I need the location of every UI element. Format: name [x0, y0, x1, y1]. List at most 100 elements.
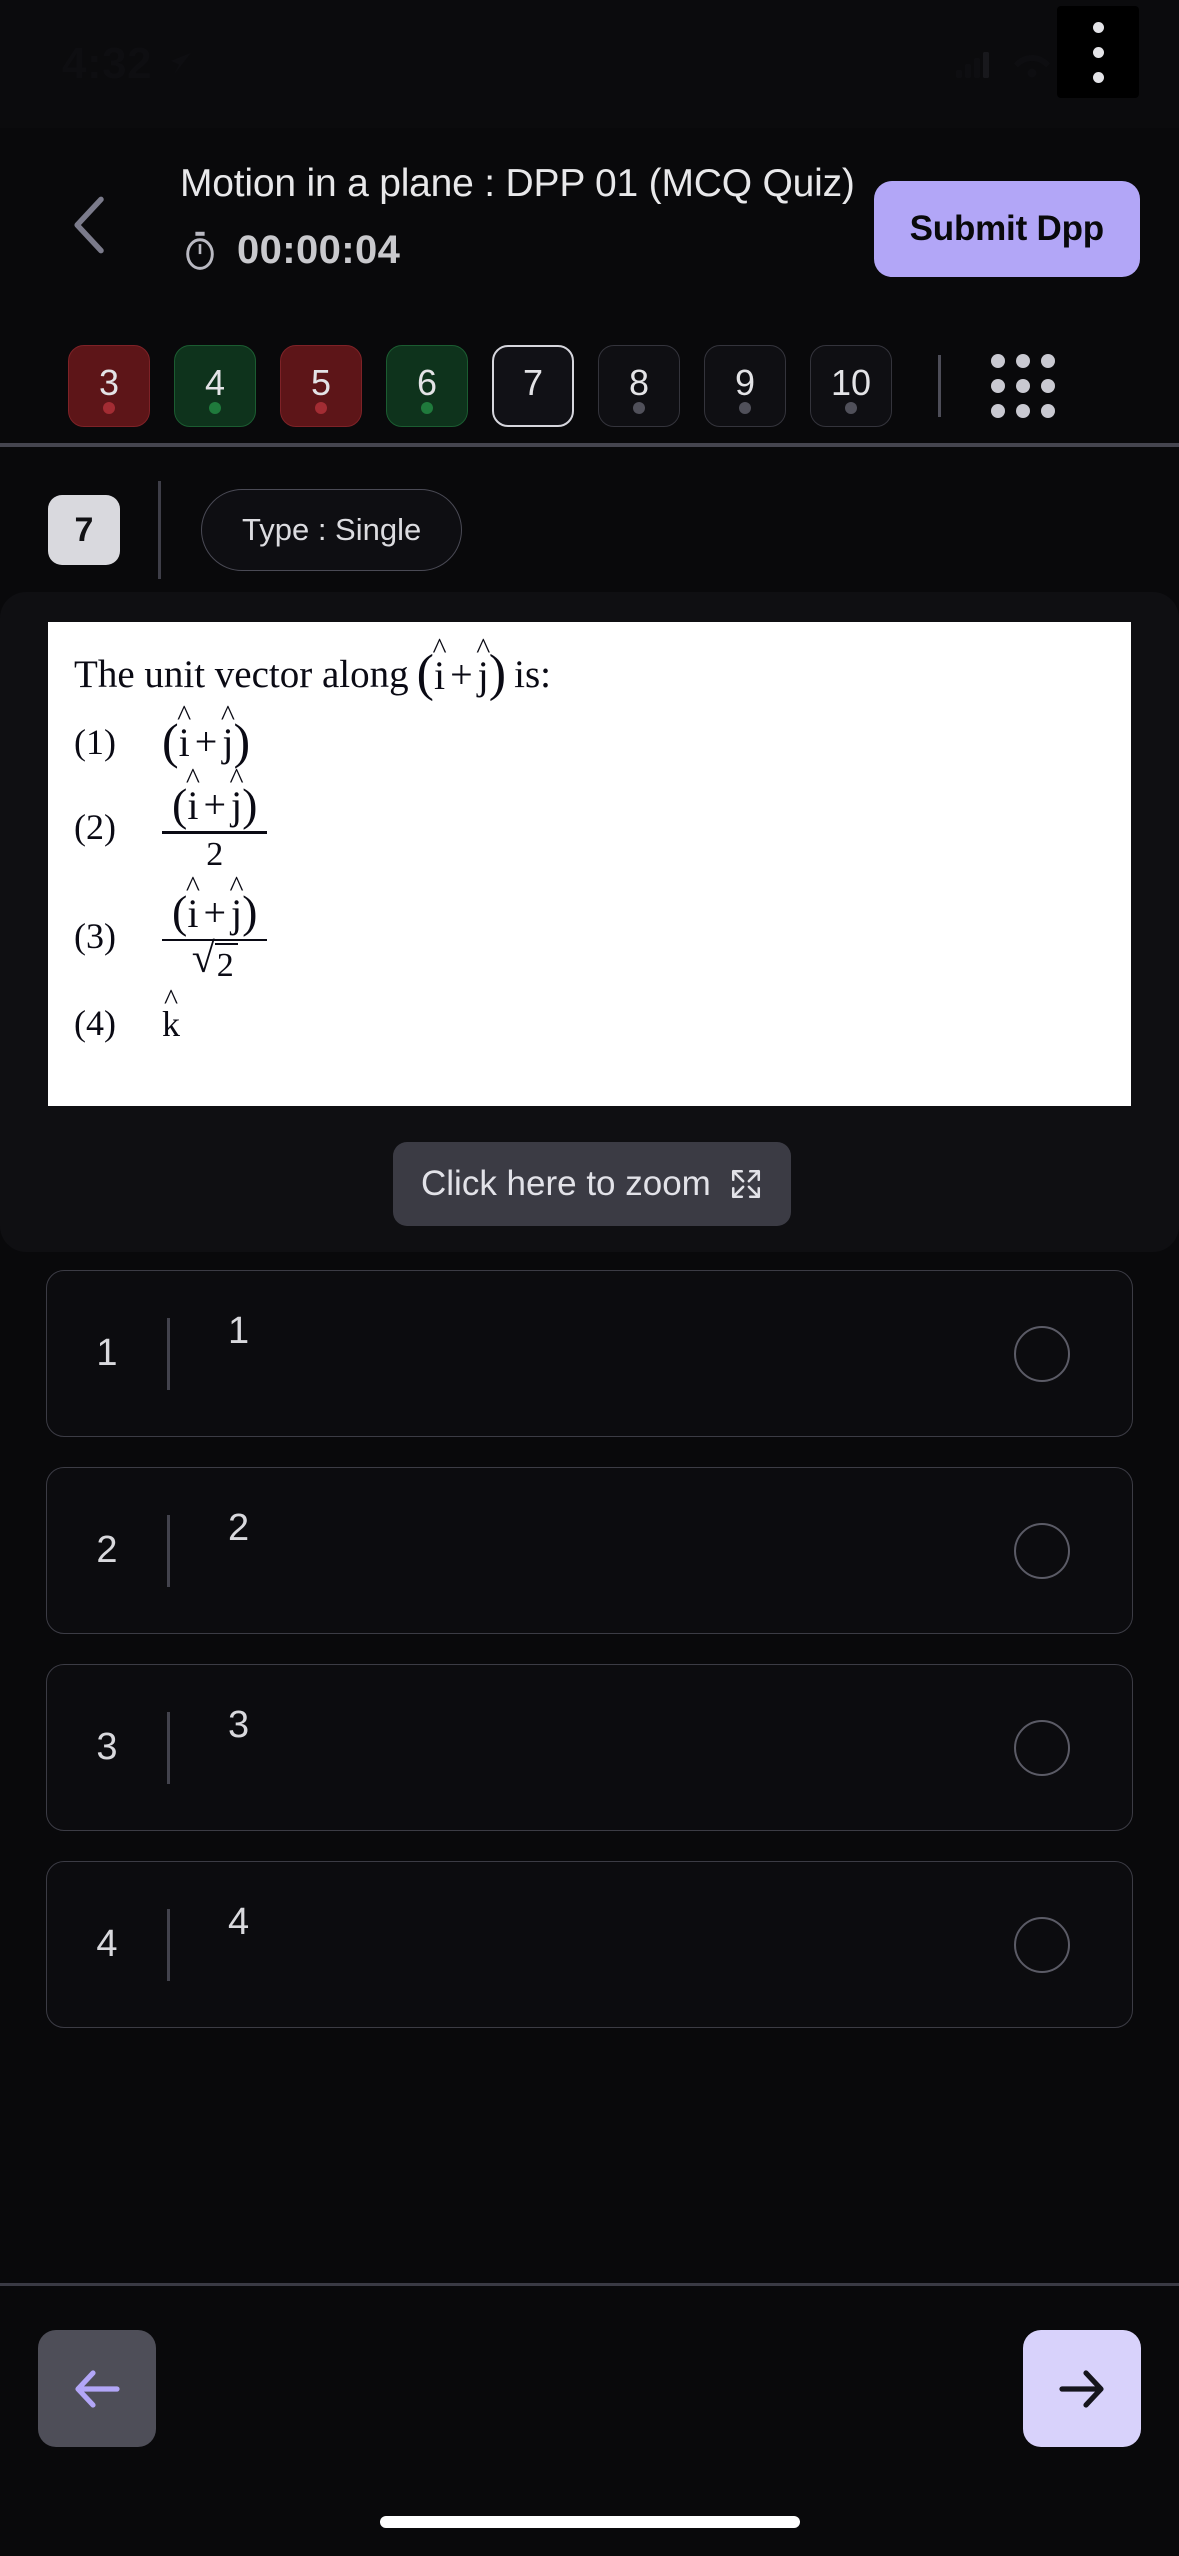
answer-text: 4 — [228, 1901, 250, 1943]
answer-divider — [167, 1711, 170, 1784]
chip-label: 8 — [628, 362, 650, 403]
vector-k: ^ k — [162, 983, 180, 1045]
submit-dpp-button[interactable]: Submit Dpp — [873, 181, 1140, 277]
chip-label: 9 — [734, 362, 756, 403]
status-bar-left: 4:32 — [62, 39, 196, 89]
status-bar: 4:32 67 — [0, 0, 1179, 128]
chip-status-dot — [421, 402, 433, 414]
answer-divider — [167, 1908, 170, 1981]
cellular-signal-icon — [955, 52, 989, 78]
answer-row-1[interactable]: 1 1 — [46, 1270, 1133, 1437]
meta-divider — [158, 481, 161, 579]
chip-label: 10 — [830, 362, 872, 403]
previous-question-button[interactable] — [38, 2330, 156, 2447]
answer-row-2[interactable]: 2 2 — [46, 1467, 1133, 1634]
home-indicator — [379, 2516, 800, 2528]
vector-i: ^ i — [432, 632, 447, 699]
question-chip-7[interactable]: 7 — [492, 345, 574, 427]
question-option-3: (3) ( ^ i + ^ j ) √ 2 — [74, 871, 1131, 986]
option-label: (3) — [74, 916, 116, 957]
option-expression: ( ^ i + ^ j ) — [162, 699, 251, 770]
square-root: √ 2 — [192, 938, 238, 985]
option-label: (4) — [74, 1003, 116, 1043]
answer-row-4[interactable]: 4 4 — [46, 1861, 1133, 2028]
answer-index: 4 — [96, 1923, 118, 1965]
question-option-2: (2) ( ^ i + ^ j ) 2 — [74, 764, 1131, 874]
chip-status-dot — [103, 402, 115, 414]
prompt-vector-expression: ( ^ i + ^ j ) — [416, 632, 507, 703]
answer-radio-button[interactable] — [1014, 1719, 1070, 1776]
stopwatch-icon — [186, 231, 214, 270]
chip-status-dot — [209, 402, 221, 414]
answer-radio-button[interactable] — [1014, 1916, 1070, 1973]
chip-divider — [938, 355, 941, 417]
question-option-1: (1) ( ^ i + ^ j ) — [74, 699, 1131, 770]
answer-text: 3 — [228, 1704, 250, 1746]
question-nav-strip[interactable]: 3 4 5 6 7 8 9 10 — [0, 330, 1179, 442]
chip-status-dot — [739, 402, 751, 414]
option-label: (1) — [74, 721, 116, 762]
fraction-denominator: √ 2 — [192, 938, 238, 985]
option-expression: ^ k — [162, 983, 180, 1045]
next-question-button[interactable] — [1023, 2330, 1141, 2447]
location-arrow-icon — [171, 52, 192, 76]
plus-sign: + — [450, 652, 473, 697]
status-time: 4:32 — [62, 39, 153, 88]
fraction-denominator: 2 — [206, 835, 224, 873]
answer-text: 1 — [228, 1310, 250, 1352]
chip-status-dot — [315, 402, 327, 414]
question-type-pill[interactable]: Type : Single — [201, 489, 463, 571]
expand-arrows-icon — [731, 1169, 760, 1199]
header-center: Motion in a plane : DPP 01 (MCQ Quiz) 00… — [180, 162, 880, 273]
question-chip-6[interactable]: 6 — [386, 345, 468, 427]
app-screen: 4:32 67 Motion in a plane : DPP 01 (MCQ … — [0, 0, 1179, 2556]
chip-label: 5 — [310, 362, 332, 403]
option-expression: ( ^ i + ^ j ) √ 2 — [162, 871, 268, 986]
chip-status-dot — [845, 402, 857, 414]
question-chip-4[interactable]: 4 — [174, 345, 256, 427]
timer-text: 00:00:04 — [237, 228, 401, 272]
question-option-4: (4) ^ k — [74, 983, 1131, 1045]
arrow-right-icon — [1059, 2369, 1104, 2408]
header-divider — [0, 443, 1179, 447]
answer-index: 1 — [96, 1332, 118, 1374]
question-chip-5[interactable]: 5 — [280, 345, 362, 427]
answer-divider — [167, 1317, 170, 1390]
chip-label: 7 — [522, 362, 544, 403]
prompt-suffix: is: — [514, 653, 551, 696]
page-title: Motion in a plane : DPP 01 (MCQ Quiz) — [180, 162, 855, 205]
grid-dots-icon[interactable] — [991, 354, 1055, 418]
answer-radio-button[interactable] — [1014, 1522, 1070, 1579]
option-expression: ( ^ i + ^ j ) 2 — [162, 764, 268, 874]
question-chip-9[interactable]: 9 — [704, 345, 786, 427]
click-here-to-zoom-button[interactable]: Click here to zoom — [393, 1142, 791, 1226]
answer-options-list: 1 1 2 2 3 3 4 4 — [0, 1270, 1179, 2058]
question-prompt: The unit vector along ( ^ i + ^ j ) is: — [74, 632, 1131, 703]
chip-label: 3 — [98, 362, 120, 403]
prompt-prefix: The unit vector along — [74, 653, 409, 696]
vector-j: ^ j — [476, 632, 491, 699]
question-chip-3[interactable]: 3 — [68, 345, 150, 427]
chip-label: 6 — [416, 362, 438, 403]
question-chip-10[interactable]: 10 — [810, 345, 892, 427]
bottom-divider — [0, 2283, 1179, 2286]
chip-label: 4 — [204, 362, 226, 403]
question-meta-row: 7 Type : Single — [0, 476, 1179, 584]
question-chip-8[interactable]: 8 — [598, 345, 680, 427]
option-label: (2) — [74, 806, 116, 847]
zoom-button-label: Click here to zoom — [421, 1164, 711, 1203]
answer-index: 2 — [96, 1529, 118, 1571]
question-options-list: (1) ( ^ i + ^ j ) (2) (^ i + ^ j) 2 (3… — [74, 699, 1131, 1045]
kebab-menu-icon[interactable] — [1057, 6, 1139, 98]
wifi-icon — [1013, 55, 1050, 78]
question-number-badge: 7 — [48, 495, 120, 565]
answer-index: 3 — [96, 1726, 118, 1768]
arrow-left-icon — [75, 2369, 120, 2408]
chip-status-dot — [633, 402, 645, 414]
answer-radio-button[interactable] — [1014, 1325, 1070, 1382]
answer-row-3[interactable]: 3 3 — [46, 1664, 1133, 1831]
timer: 00:00:04 — [180, 228, 880, 273]
chevron-left-icon[interactable] — [68, 195, 112, 255]
question-image-card: The unit vector along ( ^ i + ^ j ) is: (1… — [48, 622, 1131, 1106]
answer-text: 2 — [228, 1507, 250, 1549]
